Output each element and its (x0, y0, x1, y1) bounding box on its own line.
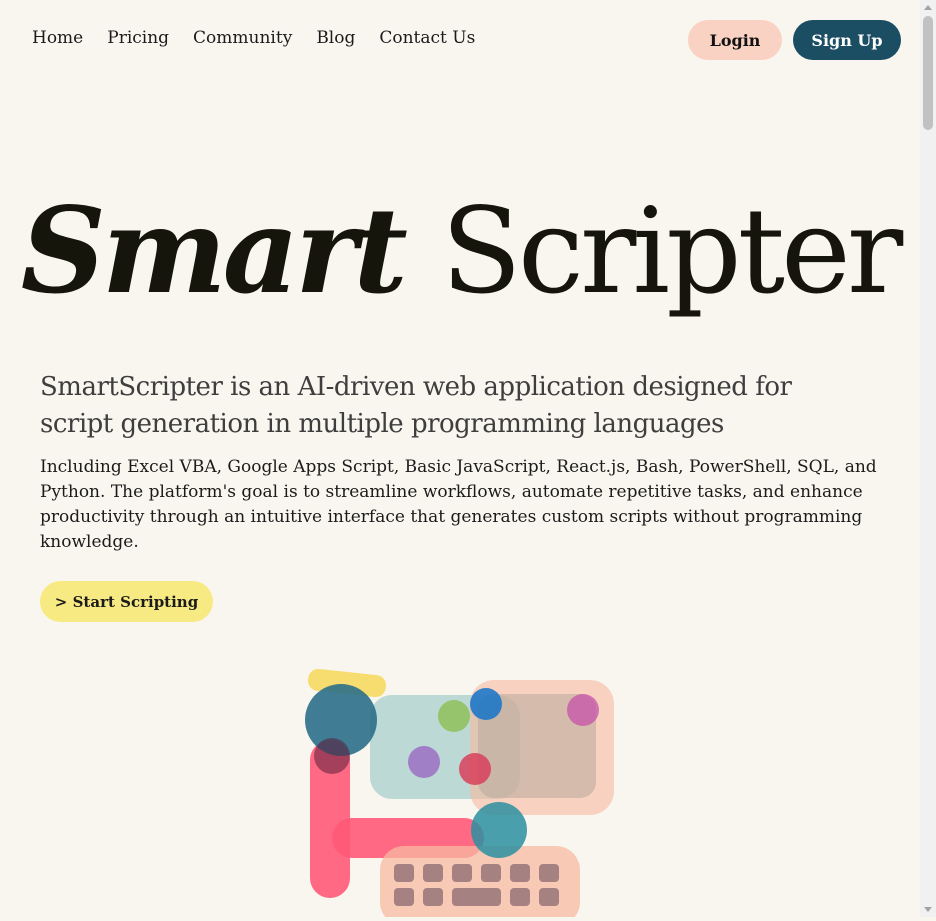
hero-headline: SmartScripter is an AI-driven web applic… (40, 372, 792, 439)
start-scripting-button[interactable]: > Start Scripting (40, 581, 213, 622)
scroll-down-icon[interactable] (924, 907, 932, 912)
sign-up-button[interactable]: Sign Up (793, 20, 901, 60)
nav-link-pricing[interactable]: Pricing (107, 28, 169, 48)
top-navigation: Home Pricing Community Blog Contact Us L… (0, 0, 920, 80)
scroll-up-icon[interactable] (924, 5, 932, 10)
hero-title-regular: Scripter (441, 182, 903, 320)
page-scrollbar[interactable] (920, 0, 936, 917)
nav-actions: Login Sign Up (688, 20, 901, 60)
hero-description: Including Excel VBA, Google Apps Script,… (40, 457, 877, 552)
nav-links: Home Pricing Community Blog Contact Us (32, 28, 475, 48)
hero-title-italic: Smart (20, 181, 408, 320)
abstract-computer-illustration-icon (300, 668, 620, 921)
login-button[interactable]: Login (688, 20, 782, 60)
scroll-thumb[interactable] (923, 16, 933, 130)
nav-link-contact-us[interactable]: Contact Us (379, 28, 475, 48)
nav-link-home[interactable]: Home (32, 28, 83, 48)
nav-link-blog[interactable]: Blog (316, 28, 355, 48)
nav-link-community[interactable]: Community (193, 28, 292, 48)
hero-title: Smart Scripter (0, 192, 920, 311)
